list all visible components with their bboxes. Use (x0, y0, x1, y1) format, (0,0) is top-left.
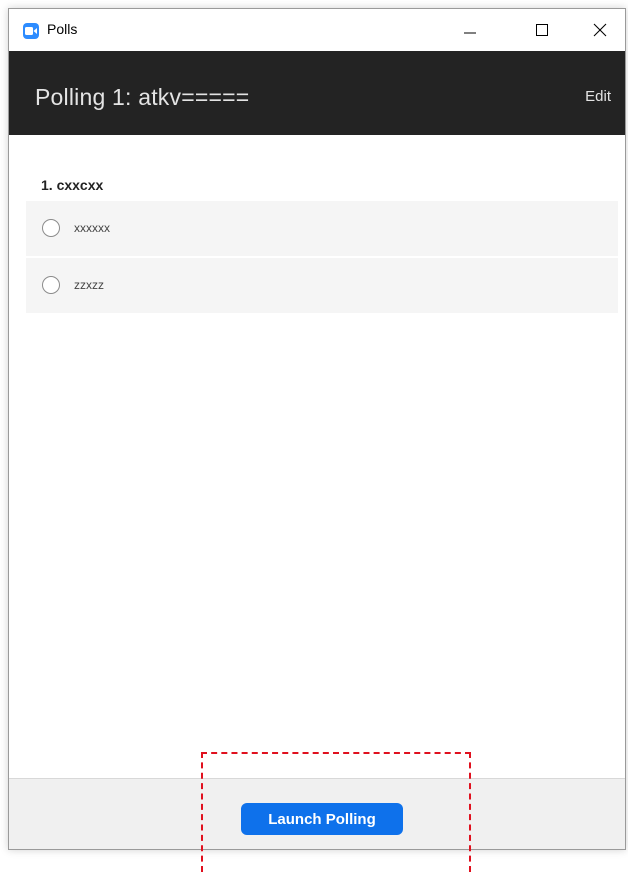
option-label: zzxzz (74, 278, 104, 292)
option-label: xxxxxx (74, 221, 110, 235)
title-bar: Polls (9, 9, 625, 51)
poll-footer: Launch Polling (9, 778, 625, 849)
close-button[interactable] (577, 9, 623, 51)
maximize-button[interactable] (519, 9, 565, 51)
launch-polling-button[interactable]: Launch Polling (241, 803, 403, 835)
poll-title: Polling 1: atkv===== (35, 84, 250, 110)
radio-button[interactable] (42, 219, 60, 237)
minimize-icon (464, 32, 476, 34)
maximize-icon (536, 24, 548, 36)
zoom-camera-icon (23, 23, 39, 39)
poll-option[interactable]: zzxzz (26, 258, 618, 313)
radio-button[interactable] (42, 276, 60, 294)
poll-header: Polling 1: atkv===== Edit (9, 51, 625, 135)
minimize-button[interactable] (447, 9, 493, 51)
poll-content: 1. cxxcxx xxxxxx zzxzz (9, 135, 625, 778)
close-icon (593, 23, 607, 37)
poll-option[interactable]: xxxxxx (26, 201, 618, 256)
edit-button[interactable]: Edit (585, 88, 611, 105)
window-title: Polls (47, 21, 78, 37)
polls-window: Polls Polling 1: atkv===== Edit 1. cxxcx… (8, 8, 626, 850)
question-title: 1. cxxcxx (41, 177, 104, 193)
